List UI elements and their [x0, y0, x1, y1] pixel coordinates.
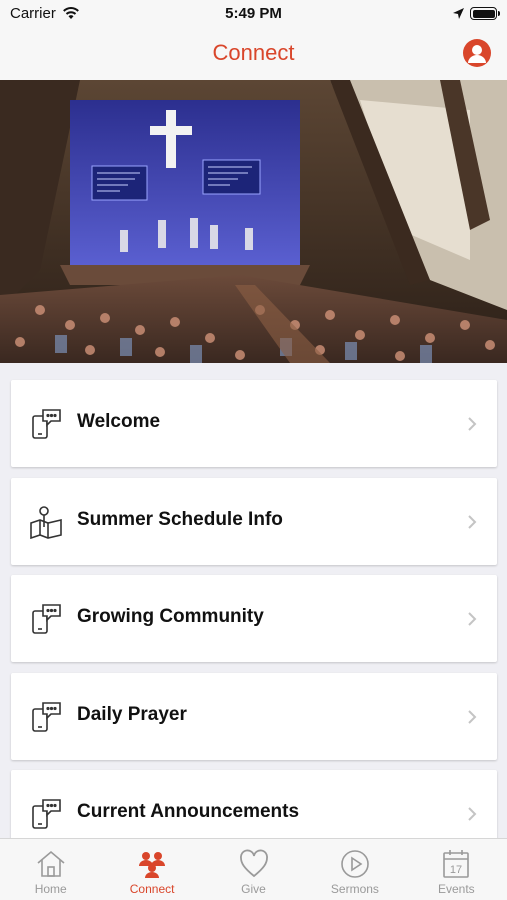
- tab-label: Events: [437, 882, 475, 896]
- home-icon: [37, 850, 65, 877]
- tab-bar: Home Connect Give Sermons 17 Events: [0, 838, 507, 900]
- phone-chat-icon: [32, 409, 61, 439]
- people-icon: [139, 852, 166, 878]
- hero-image: [0, 80, 507, 363]
- status-bar: Carrier 5:49 PM: [0, 0, 507, 28]
- tab-give[interactable]: Give: [203, 839, 304, 900]
- list-item-label: Current Announcements: [77, 801, 300, 822]
- list-item-daily-prayer[interactable]: Daily Prayer: [11, 672, 497, 760]
- profile-button[interactable]: [463, 39, 491, 67]
- tab-label: Sermons: [330, 882, 379, 896]
- calendar-icon: 17: [443, 850, 470, 878]
- list-item-growing-community[interactable]: Growing Community: [11, 575, 497, 662]
- nav-bar: Connect: [0, 28, 507, 80]
- tab-connect[interactable]: Connect: [101, 839, 202, 900]
- tab-events[interactable]: 17 Events: [406, 839, 507, 900]
- play-icon: [341, 850, 369, 878]
- page-title: Connect: [212, 40, 295, 65]
- list-item-label: Welcome: [77, 411, 161, 432]
- list-item-label: Daily Prayer: [77, 703, 187, 725]
- chevron-right-icon: [468, 807, 477, 821]
- phone-chat-icon: [32, 604, 61, 634]
- status-time: 5:49 PM: [225, 5, 282, 22]
- calendar-day: 17: [450, 864, 462, 876]
- tab-label: Connect: [129, 882, 175, 896]
- list-item-label: Summer Schedule Info: [77, 508, 283, 530]
- chevron-right-icon: [468, 417, 477, 431]
- connect-list: Welcome Summer Schedule Info Growing Com…: [11, 380, 497, 868]
- tab-label: Home: [34, 882, 67, 896]
- map-pin-icon: [30, 505, 62, 539]
- tab-home[interactable]: Home: [0, 839, 101, 900]
- heart-icon: [239, 849, 268, 878]
- chevron-right-icon: [468, 709, 477, 724]
- list-item-welcome[interactable]: Welcome: [11, 380, 497, 467]
- tab-sermons[interactable]: Sermons: [304, 839, 405, 900]
- chevron-right-icon: [468, 612, 477, 626]
- user-icon: [468, 45, 486, 63]
- location-arrow-icon: [453, 8, 464, 19]
- battery-icon: [470, 7, 500, 20]
- chevron-right-icon: [468, 514, 477, 529]
- list-item-label: Growing Community: [77, 606, 264, 627]
- phone-chat-icon: [32, 701, 61, 732]
- list-item-summer-schedule[interactable]: Summer Schedule Info: [11, 477, 497, 565]
- phone-chat-icon: [32, 799, 61, 829]
- tab-label: Give: [241, 882, 266, 896]
